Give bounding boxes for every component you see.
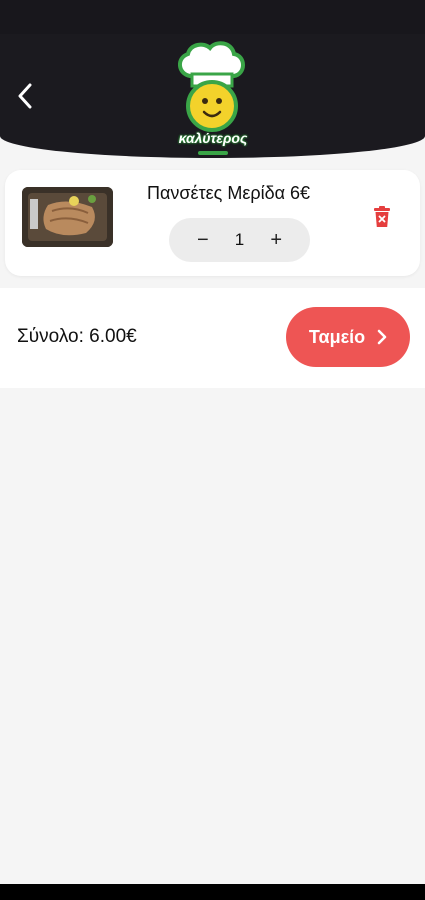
cart-summary: Σύνολο: 6.00€ Ταμείο — [0, 288, 425, 388]
increase-quantity-button[interactable]: + — [270, 230, 282, 250]
delete-item-button[interactable] — [373, 206, 391, 228]
checkout-button[interactable]: Ταμείο — [286, 307, 410, 367]
chevron-right-icon — [377, 329, 387, 345]
back-button[interactable] — [10, 78, 40, 114]
header: καλύτερος — [0, 34, 425, 158]
brand-underline — [198, 151, 228, 155]
product-name: Πανσέτες Μερίδα 6€ — [147, 183, 311, 203]
cart-item-card: Πανσέτες Μερίδα 6€ − 1 + — [5, 170, 420, 276]
quantity-stepper: − 1 + — [169, 218, 310, 262]
navigation-bar — [0, 884, 425, 900]
total-label: Σύνολο: 6.00€ — [17, 326, 137, 347]
checkout-label: Ταμείο — [308, 326, 366, 347]
status-bar — [0, 0, 425, 34]
product-image — [22, 187, 113, 247]
decrease-quantity-button[interactable]: − — [197, 230, 209, 250]
trash-icon — [374, 206, 390, 227]
brand-logo: καλύτερος — [168, 40, 258, 158]
brand-name: καλύτερος — [178, 130, 248, 146]
chevron-left-icon — [18, 83, 32, 109]
quantity-value: 1 — [234, 230, 245, 249]
